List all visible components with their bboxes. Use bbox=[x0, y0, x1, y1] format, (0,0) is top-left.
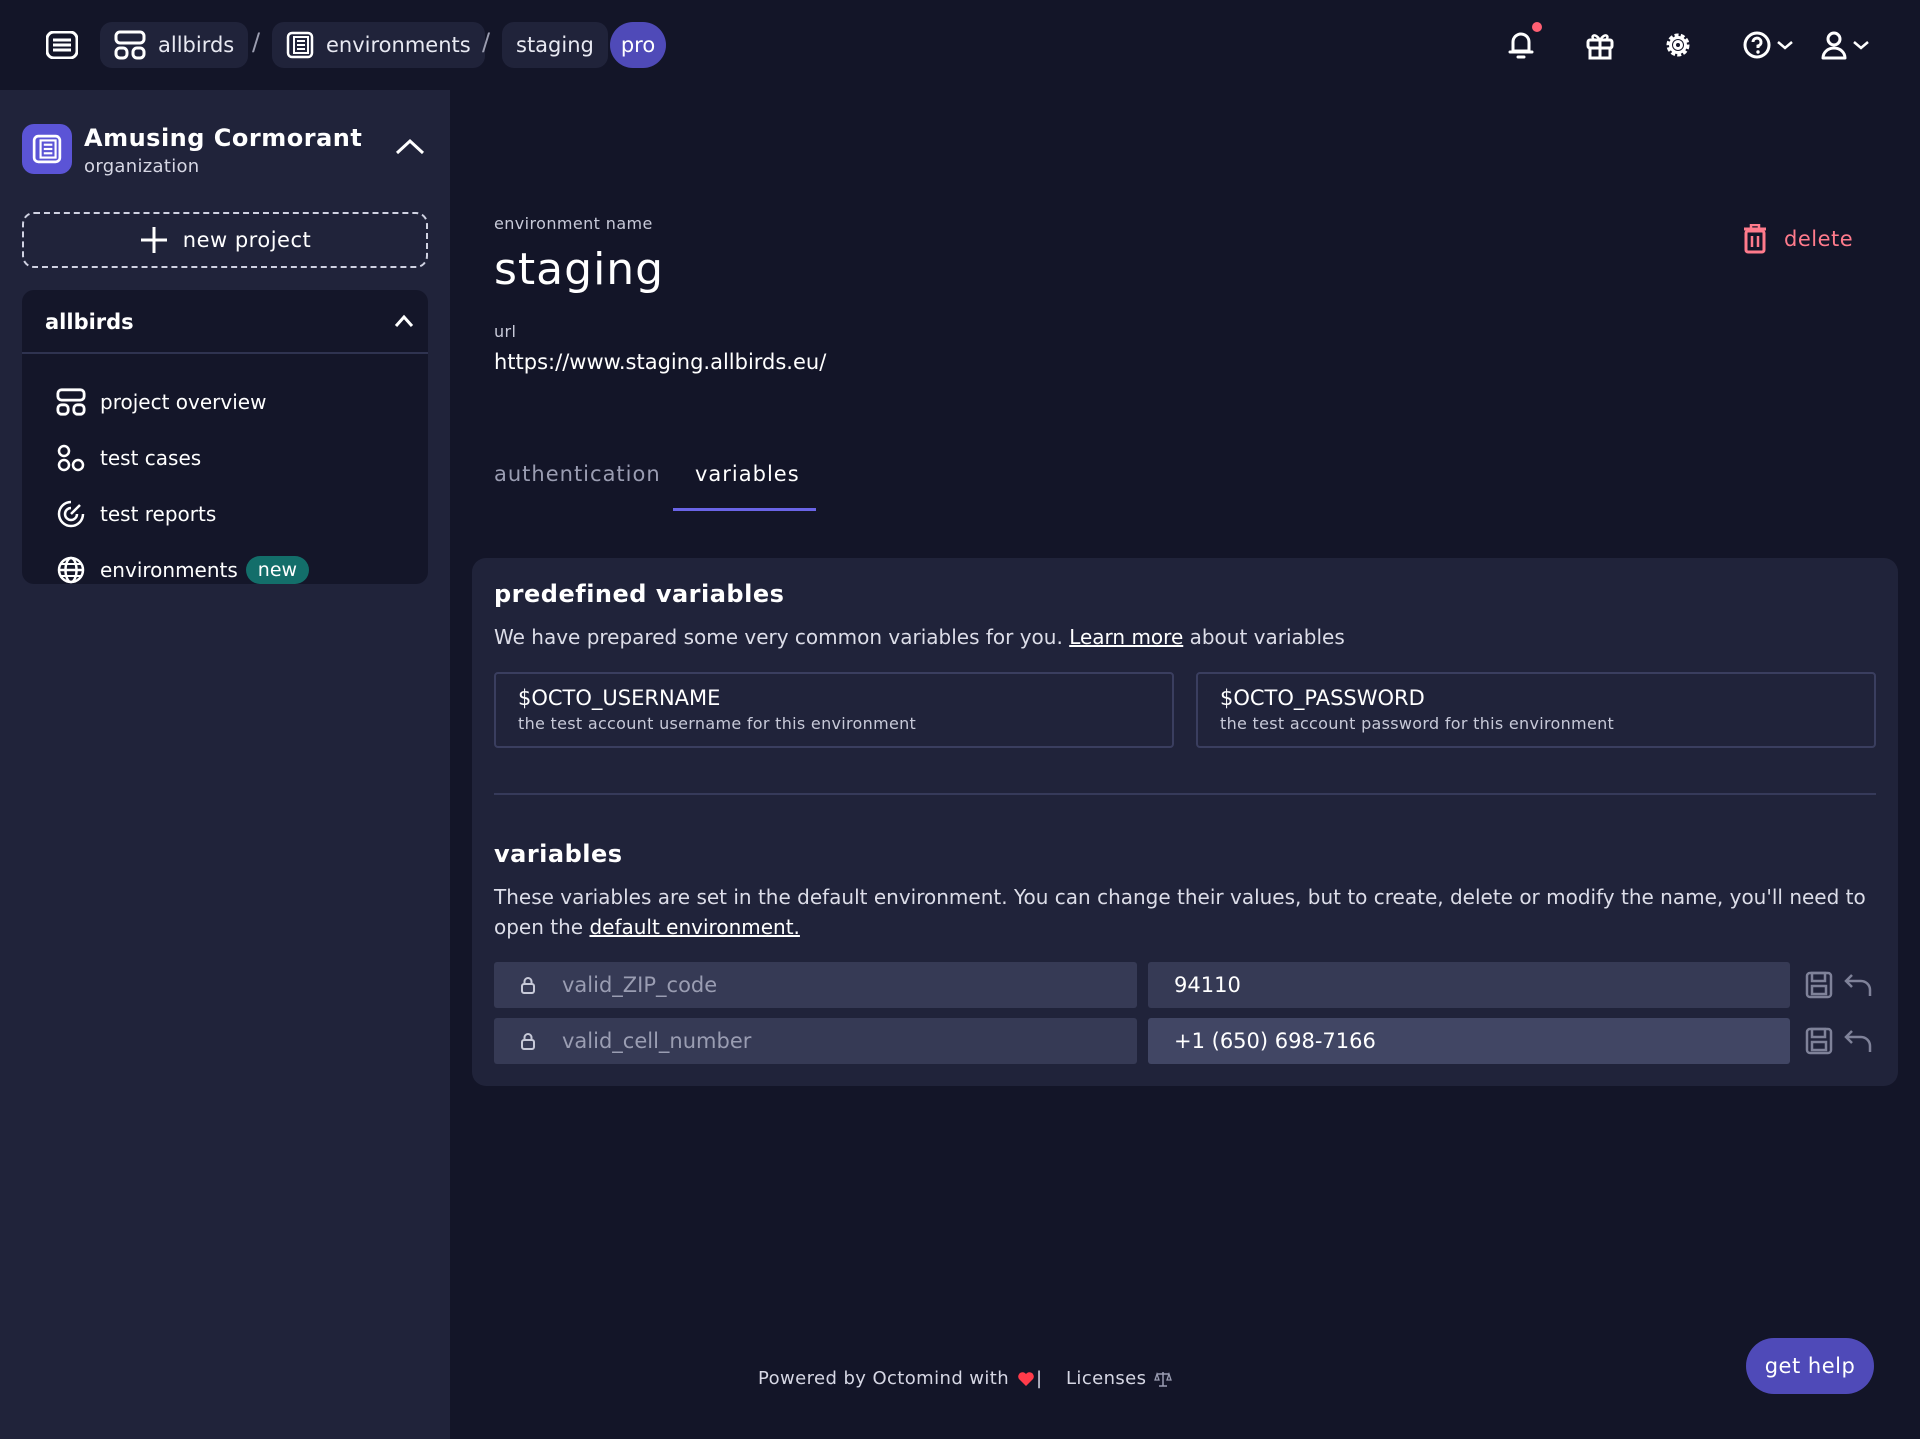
gift-icon[interactable] bbox=[1585, 22, 1615, 68]
breadcrumb-separator: / bbox=[482, 28, 491, 56]
breadcrumb-environments[interactable]: environments bbox=[272, 22, 485, 68]
lock-icon bbox=[520, 1032, 536, 1050]
user-icon[interactable] bbox=[1820, 22, 1870, 68]
help-icon[interactable] bbox=[1742, 22, 1794, 68]
chevron-up-icon[interactable] bbox=[394, 314, 414, 328]
chevron-down-icon bbox=[1852, 39, 1870, 51]
project-icon bbox=[114, 30, 146, 60]
tab-variables[interactable]: variables bbox=[695, 462, 800, 486]
predefined-variables-title: predefined variables bbox=[494, 580, 785, 608]
predefined-variable-card: $OCTO_PASSWORD the test account password… bbox=[1196, 672, 1876, 748]
scales-icon bbox=[1154, 1370, 1173, 1388]
description-text: We have prepared some very common variab… bbox=[494, 625, 1063, 649]
description-text: about variables bbox=[1189, 625, 1345, 649]
undo-icon[interactable] bbox=[1842, 1025, 1874, 1057]
reports-icon bbox=[56, 499, 86, 529]
delete-button[interactable]: delete bbox=[1742, 224, 1853, 254]
trash-icon bbox=[1742, 224, 1768, 254]
url-label: url bbox=[494, 322, 517, 341]
footer-separator: | bbox=[1036, 1368, 1043, 1389]
undo-icon[interactable] bbox=[1842, 969, 1874, 1001]
predefined-variable-card: $OCTO_USERNAME the test account username… bbox=[494, 672, 1174, 748]
lock-icon bbox=[520, 976, 536, 994]
top-bar: allbirds / environments / staging pro bbox=[0, 0, 1920, 90]
variable-name: valid_cell_number bbox=[562, 1029, 752, 1053]
default-environment-link[interactable]: default environment. bbox=[589, 915, 799, 939]
section-divider bbox=[494, 793, 1876, 795]
environment-name-label: environment name bbox=[494, 214, 653, 233]
bell-icon[interactable] bbox=[1508, 22, 1534, 68]
org-name: Amusing Cormorant bbox=[84, 124, 363, 152]
chevron-up-icon[interactable] bbox=[394, 136, 426, 156]
breadcrumb-project[interactable]: allbirds bbox=[100, 22, 249, 68]
get-help-button[interactable]: get help bbox=[1746, 1338, 1874, 1394]
layout-icon bbox=[56, 387, 86, 417]
plus-icon bbox=[139, 225, 169, 255]
breadcrumb-environments-label: environments bbox=[326, 33, 471, 57]
sidebar-item-label: test cases bbox=[100, 446, 202, 470]
globe-icon bbox=[56, 555, 86, 585]
building-icon bbox=[286, 31, 314, 59]
save-icon[interactable] bbox=[1803, 1025, 1835, 1057]
breadcrumb-environment-label: staging bbox=[516, 33, 594, 57]
org-type: organization bbox=[84, 156, 200, 177]
save-icon[interactable] bbox=[1803, 969, 1835, 1001]
predefined-variable-name: $OCTO_USERNAME bbox=[518, 686, 721, 710]
predefined-variables-description: We have prepared some very common variab… bbox=[494, 622, 1345, 652]
variable-name-field: valid_cell_number bbox=[494, 1018, 1137, 1064]
sidebar-item-environments[interactable]: environments new bbox=[56, 550, 310, 590]
sidebar: Amusing Cormorant organization new proje… bbox=[0, 90, 450, 1439]
breadcrumb-project-label: allbirds bbox=[158, 33, 235, 57]
predefined-variable-name: $OCTO_PASSWORD bbox=[1220, 686, 1425, 710]
powered-by-text: Powered by Octomind with bbox=[758, 1368, 1010, 1389]
sidebar-item-test-reports[interactable]: test reports bbox=[56, 494, 216, 534]
new-project-button[interactable]: new project bbox=[22, 212, 428, 268]
plan-badge: pro bbox=[610, 22, 666, 68]
page-title: staging bbox=[494, 244, 665, 295]
variables-title: variables bbox=[494, 840, 623, 868]
footer-powered-by: Powered by Octomind with bbox=[758, 1368, 1035, 1389]
org-logo bbox=[22, 124, 72, 174]
test-cases-icon bbox=[56, 443, 86, 473]
notification-dot bbox=[1532, 22, 1542, 32]
delete-label: delete bbox=[1784, 227, 1854, 251]
new-badge: new bbox=[245, 556, 310, 584]
licenses-link[interactable]: Licenses bbox=[1066, 1368, 1173, 1389]
sidebar-item-project-overview[interactable]: project overview bbox=[56, 382, 266, 422]
variables-description: These variables are set in the default e… bbox=[494, 882, 1884, 942]
licenses-label: Licenses bbox=[1066, 1368, 1147, 1389]
heart-icon bbox=[1017, 1371, 1035, 1387]
variable-name-field: valid_ZIP_code bbox=[494, 962, 1137, 1008]
predefined-variable-desc: the test account username for this envir… bbox=[518, 714, 917, 733]
predefined-variable-desc: the test account password for this envir… bbox=[1220, 714, 1615, 733]
variable-value-input[interactable] bbox=[1148, 962, 1790, 1008]
breadcrumb-separator: / bbox=[252, 28, 261, 56]
sidebar-item-label: environments bbox=[100, 558, 238, 582]
project-header[interactable]: allbirds bbox=[22, 290, 428, 354]
sidebar-item-label: project overview bbox=[100, 390, 267, 414]
active-tab-indicator bbox=[673, 508, 816, 511]
project-card: allbirds project overview test cases tes… bbox=[22, 290, 428, 584]
tab-authentication[interactable]: authentication bbox=[494, 462, 661, 486]
learn-more-link[interactable]: Learn more bbox=[1069, 625, 1183, 649]
chevron-down-icon bbox=[1776, 39, 1794, 51]
sidebar-item-label: test reports bbox=[100, 502, 217, 526]
breadcrumb-environment[interactable]: staging bbox=[502, 22, 608, 68]
project-name: allbirds bbox=[45, 310, 134, 334]
variable-value-input[interactable] bbox=[1148, 1018, 1790, 1064]
menu-icon[interactable] bbox=[46, 22, 78, 68]
sidebar-item-test-cases[interactable]: test cases bbox=[56, 438, 201, 478]
new-project-label: new project bbox=[182, 228, 312, 252]
variable-name: valid_ZIP_code bbox=[562, 973, 718, 997]
gear-icon[interactable] bbox=[1663, 22, 1693, 68]
environment-url: https://www.staging.allbirds.eu/ bbox=[494, 350, 827, 374]
